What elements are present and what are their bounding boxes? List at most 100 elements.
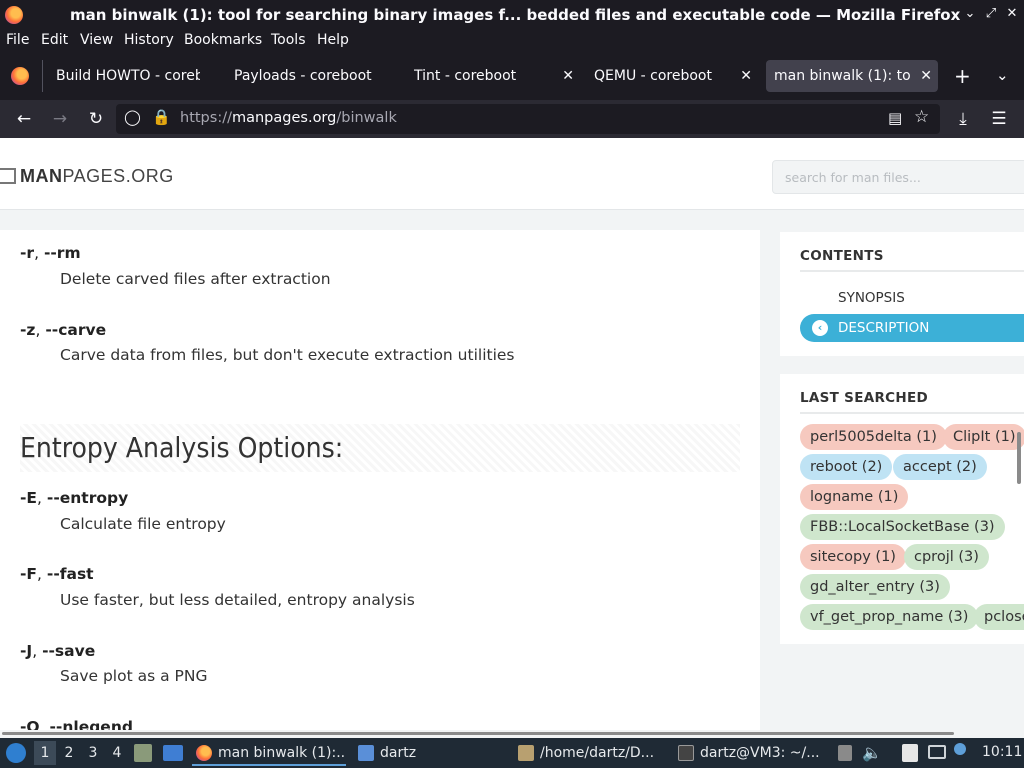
downloads-icon[interactable]: ⤓: [952, 108, 974, 130]
tab-label: Payloads - coreboot: [234, 68, 372, 84]
shield-icon[interactable]: ◯: [124, 108, 141, 126]
site-logo[interactable]: MANPAGES.ORG: [0, 166, 174, 187]
clipboard-icon[interactable]: [838, 745, 852, 761]
menu-bookmarks[interactable]: Bookmarks: [184, 32, 262, 48]
new-tab-icon[interactable]: +: [954, 64, 971, 88]
sidebar-scrollbar[interactable]: [1017, 432, 1021, 484]
lock-icon[interactable]: 🔒: [152, 108, 171, 126]
page-viewport: MANPAGES.ORG search for man files... -r,…: [0, 138, 1024, 735]
window-title-bar: man binwalk (1): tool for searching bina…: [0, 0, 1024, 30]
horizontal-scrollbar[interactable]: [0, 730, 1024, 738]
search-input[interactable]: search for man files...: [772, 160, 1024, 194]
menu-edit[interactable]: Edit: [41, 32, 68, 48]
menu-view[interactable]: View: [80, 32, 113, 48]
minimize-icon[interactable]: ⌄: [962, 6, 978, 21]
workspace-1[interactable]: 1: [34, 741, 56, 765]
window-title: man binwalk (1): tool for searching bina…: [70, 6, 960, 24]
option-desc: Use faster, but less detailed, entropy a…: [60, 591, 415, 609]
menu-file[interactable]: File: [6, 32, 29, 48]
search-chip[interactable]: cprojl (3): [904, 544, 989, 570]
notification-icon[interactable]: [954, 743, 966, 755]
url-domain: manpages.org: [231, 110, 337, 126]
menu-help[interactable]: Help: [317, 32, 349, 48]
task-label: dartz@VM3: ~/...: [700, 745, 820, 761]
tab-label: Build HOWTO - coreboot: [56, 68, 200, 84]
firefox-view-icon[interactable]: [11, 67, 29, 85]
firefox-logo-icon: [5, 6, 23, 24]
task-dartz-folder[interactable]: dartz: [354, 740, 504, 766]
url-path: /binwalk: [336, 110, 397, 126]
terminal-icon: [678, 745, 694, 761]
menu-tools[interactable]: Tools: [271, 32, 306, 48]
tab-label: man binwalk (1): tool for searching: [774, 68, 910, 84]
network-icon[interactable]: [928, 745, 946, 759]
workspace-2[interactable]: 2: [58, 741, 80, 765]
option-save: -J, --save: [20, 642, 96, 660]
url-text[interactable]: https://manpages.org/binwalk: [180, 110, 397, 126]
clock[interactable]: 10:11: [982, 744, 1022, 760]
toc-item-description[interactable]: ‹ DESCRIPTION: [800, 314, 1024, 342]
search-chip[interactable]: perl5005delta (1): [800, 424, 947, 450]
search-chip[interactable]: accept (2): [893, 454, 987, 480]
task-terminal[interactable]: dartz@VM3: ~/...: [674, 740, 824, 766]
close-icon[interactable]: ✕: [920, 60, 932, 92]
divider: [800, 270, 1024, 272]
notes-icon[interactable]: [902, 744, 918, 762]
workspace-4[interactable]: 4: [106, 741, 128, 765]
search-chip[interactable]: logname (1): [800, 484, 909, 510]
task-label: dartz: [380, 745, 417, 761]
workspace-3[interactable]: 3: [82, 741, 104, 765]
tab-label: QEMU - coreboot: [594, 68, 712, 84]
reader-view-icon[interactable]: ▤: [888, 109, 902, 127]
file-manager-launcher-icon[interactable]: [134, 744, 152, 762]
search-chip[interactable]: vf_get_prop_name (3): [800, 604, 979, 630]
contents-card: CONTENTS SYNOPSIS ‹ DESCRIPTION: [780, 232, 1024, 356]
tab-tint[interactable]: Tint - coreboot ✕: [402, 60, 580, 92]
task-firefox[interactable]: man binwalk (1):...: [192, 740, 346, 766]
scrollbar-thumb[interactable]: [2, 732, 954, 735]
volume-icon[interactable]: 🔈: [862, 743, 882, 762]
option-carve: -z, --carve: [20, 321, 107, 339]
back-icon[interactable]: ←: [13, 108, 35, 130]
last-searched-card: LAST SEARCHED perl5005delta (1) ClipIt (…: [780, 374, 1024, 644]
option-desc: Save plot as a PNG: [60, 667, 208, 685]
menu-history[interactable]: History: [124, 32, 174, 48]
search-chip[interactable]: sitecopy (1): [800, 544, 906, 570]
firefox-icon: [196, 745, 212, 761]
tab-payloads[interactable]: Payloads - coreboot: [222, 60, 394, 92]
close-icon[interactable]: ✕: [740, 60, 752, 92]
search-chip[interactable]: pclose: [974, 604, 1024, 630]
option-desc: Calculate file entropy: [60, 515, 226, 533]
search-chip[interactable]: reboot (2): [800, 454, 893, 480]
show-desktop-icon[interactable]: [163, 745, 183, 761]
divider: [800, 412, 1024, 414]
tab-build-howto[interactable]: Build HOWTO - coreboot: [44, 60, 216, 92]
tab-man-binwalk[interactable]: man binwalk (1): tool for searching ✕: [766, 60, 938, 92]
logo-bold: MAN: [20, 166, 63, 186]
option-rm: -r, --rm: [20, 244, 81, 262]
task-home-dartz[interactable]: /home/dartz/D...: [514, 740, 666, 766]
bookmark-star-icon[interactable]: ☆: [914, 107, 929, 127]
search-chip[interactable]: ClipIt (1): [943, 424, 1024, 450]
forward-icon[interactable]: →: [49, 108, 71, 130]
restore-icon[interactable]: ⤢: [983, 6, 999, 21]
section-heading: Entropy Analysis Options:: [20, 424, 740, 472]
chevron-left-icon: ‹: [812, 320, 828, 336]
site-header: MANPAGES.ORG search for man files...: [0, 138, 1024, 210]
hamburger-menu-icon[interactable]: ☰: [988, 108, 1010, 130]
reload-icon[interactable]: ↻: [85, 108, 107, 130]
close-window-icon[interactable]: ✕: [1004, 6, 1020, 21]
url-prefix: https://: [180, 110, 232, 126]
option-desc: Delete carved files after extraction: [60, 270, 331, 288]
option-entropy: -E, --entropy: [20, 489, 129, 507]
tab-qemu[interactable]: QEMU - coreboot ✕: [582, 60, 758, 92]
list-tabs-icon[interactable]: ⌄: [996, 66, 1009, 84]
contents-heading: CONTENTS: [800, 248, 884, 264]
search-chip[interactable]: FBB::LocalSocketBase (3): [800, 514, 1005, 540]
close-icon[interactable]: ✕: [562, 60, 574, 92]
url-bar[interactable]: ◯ 🔒 https://manpages.org/binwalk ▤ ☆: [116, 104, 940, 134]
toc-item-synopsis[interactable]: SYNOPSIS: [800, 284, 1024, 312]
start-menu-icon[interactable]: [6, 743, 26, 763]
logo-rest: PAGES.ORG: [62, 166, 174, 186]
search-chip[interactable]: gd_alter_entry (3): [800, 574, 950, 600]
